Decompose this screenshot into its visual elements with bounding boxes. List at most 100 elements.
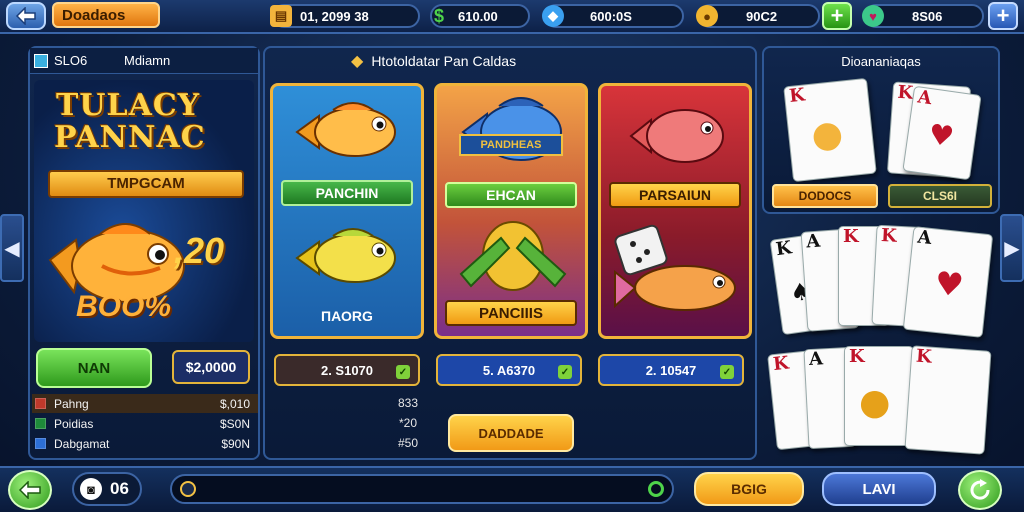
game-card-1[interactable]: PANCHIN ПАОRG [270, 83, 424, 339]
list-item-value: $S0N [219, 416, 250, 431]
heart-icon: ♥ [932, 263, 966, 305]
card-rank: A [916, 226, 933, 249]
playing-card[interactable]: K [904, 345, 992, 455]
check-icon: ✓ [558, 365, 572, 379]
stat-gems: ◆ 600:0S [542, 4, 684, 28]
mini-value-1: 833 [397, 396, 419, 410]
gem-icon: ◆ [542, 5, 564, 27]
add-coins-button[interactable]: + [822, 2, 852, 30]
fish-icon [629, 109, 724, 163]
game-card-2[interactable]: PANDHEAS EHCAN PANCIIIS [434, 83, 588, 339]
game-title[interactable]: Doadaos [52, 2, 160, 28]
refresh-icon [970, 479, 990, 500]
mini-value-3: #50 [397, 436, 419, 450]
promo-title-1: TULACY [56, 88, 201, 123]
corn-icon [459, 221, 567, 291]
card-rank: K [849, 346, 865, 367]
stat-hearts-value: 8S06 [912, 8, 943, 24]
promo-banner[interactable]: TULACY PANNAC TMPGCAM ,20 BOO% [34, 80, 254, 342]
progress-bar [170, 474, 674, 504]
card-2-label: EHCAN [445, 182, 577, 208]
fish-icon: ● [809, 111, 845, 157]
plus-icon: + [830, 3, 844, 28]
stat-gems-value: 600:0S [590, 8, 632, 24]
scroll-left-button[interactable]: ◀ [0, 214, 24, 282]
promo-title-2: PANNAC [54, 120, 206, 155]
list-item-label: Dabgamat [54, 436, 110, 451]
card-rank: K [843, 226, 859, 247]
card-2-value: 5. A6370 ✓ [436, 354, 582, 386]
card-rank: K [880, 224, 898, 247]
square-icon [35, 398, 46, 409]
bet-indicator[interactable]: ◙ 06 [72, 472, 142, 506]
card-1-label: PANCHIN [281, 180, 413, 206]
chip-icon: ◙ [80, 478, 102, 500]
game-card-3[interactable]: PARSAIUN [598, 83, 752, 339]
refresh-button[interactable] [958, 470, 1002, 510]
heart-icon: ♥ [926, 117, 956, 154]
tab-1[interactable]: DODOCS [772, 184, 878, 208]
card-2-value-text: 5. A6370 [482, 362, 536, 378]
playing-card[interactable]: K ● [844, 346, 914, 446]
left-panel-header: SLO6 Mdiamn [30, 48, 258, 74]
list-item-value: $90N [221, 436, 250, 451]
list-item[interactable]: Pahng $,010 [32, 394, 258, 413]
card-1-value-text: 2. S1070 [320, 362, 374, 378]
right-panel-header: Dioananiaqas [841, 53, 921, 69]
tab-2[interactable]: CLS6I [888, 184, 992, 208]
scroll-right-button[interactable]: ▶ [1000, 214, 1024, 282]
card-rank: K [896, 81, 914, 104]
center-action-button[interactable]: DADDADE [448, 414, 574, 452]
left-header-tag: SLO6 [54, 53, 88, 68]
cube-icon: ◆ [351, 53, 364, 70]
arrow-left-icon [18, 481, 41, 499]
list-item-label: Poidias [54, 416, 94, 431]
list-item[interactable]: Poidias $S0N [32, 414, 258, 433]
playing-card[interactable]: K ● [783, 77, 877, 183]
chevron-right-icon: ▶ [1004, 237, 1020, 260]
list-item-label: Pahng [54, 396, 89, 411]
play-button[interactable]: LAVI [822, 472, 936, 506]
gem-heart-icon: ♥ [862, 5, 884, 27]
mini-value-2: *20 [398, 416, 418, 430]
center-panel-header: ◆ Htotoldatar Pan Caldas [265, 48, 755, 74]
card-1-sublabel: ПАОRG [321, 308, 373, 324]
play-now-button[interactable]: NAN [36, 348, 152, 388]
promo-ribbon: TMPGCAM [48, 170, 244, 198]
list-item[interactable]: Dabgamat $90N [32, 434, 258, 453]
card-rank: A [916, 86, 934, 110]
fish-icon [295, 102, 396, 157]
coin-button[interactable]: BGIG [694, 472, 804, 506]
back-round-button[interactable] [8, 470, 52, 510]
plus-icon: + [996, 3, 1010, 28]
card-1-value: 2. S1070 ✓ [274, 354, 420, 386]
dice-fish-icon [614, 224, 736, 311]
center-header-text: Htotoldatar Pan Caldas [371, 53, 517, 69]
fish-icon [461, 97, 562, 161]
list-item-value: $,010 [219, 396, 250, 411]
check-icon: ✓ [396, 365, 410, 379]
slot-icon [34, 53, 48, 68]
stat-hearts: ♥ 8S06 [862, 4, 984, 28]
left-header-label: Mdiamn [124, 53, 171, 68]
clock-icon [180, 481, 196, 497]
ring-icon [648, 481, 664, 497]
card-2-sublabel: PANCIIIS [445, 300, 577, 326]
playing-card[interactable]: A ♥ [902, 226, 994, 338]
stat-dollars-value: 610.00 [458, 8, 498, 24]
stat-coins: ● 90C2 [696, 4, 820, 28]
dollar-icon: $ [433, 5, 444, 26]
check-icon: ✓ [720, 365, 734, 379]
card-3-label: PARSAIUN [609, 182, 741, 208]
arrow-left-icon [15, 7, 36, 25]
card-rank: K [788, 84, 806, 108]
card-rank: K [915, 345, 933, 368]
add-gems-button[interactable]: + [988, 2, 1018, 30]
playing-card[interactable]: A ♥ [902, 85, 982, 181]
amount-display: $2,0000 [172, 350, 250, 384]
card-rank: A [808, 348, 824, 371]
stat-cards-value: 01, 2099 38 [300, 8, 369, 24]
stat-dollars: $ 610.00 [430, 4, 530, 28]
back-button[interactable] [6, 2, 46, 30]
stat-coins-value: 90C2 [746, 8, 778, 24]
